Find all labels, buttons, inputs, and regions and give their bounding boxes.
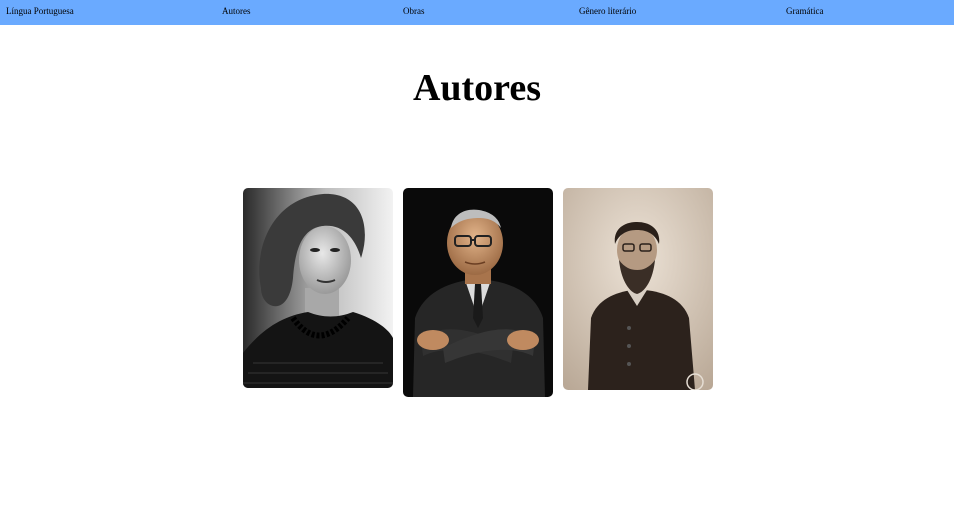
author-card-1[interactable] bbox=[243, 188, 393, 388]
nav-link-lingua-portuguesa[interactable]: Língua Portuguesa bbox=[6, 7, 74, 16]
nav-link-autores[interactable]: Autores bbox=[222, 7, 251, 16]
bearded-man-portrait-image bbox=[563, 188, 713, 390]
nav-link-genero-literario[interactable]: Gênero literário bbox=[579, 7, 636, 16]
author-card-3[interactable] bbox=[563, 188, 713, 390]
page-title: Autores bbox=[412, 67, 542, 109]
author-card-2[interactable] bbox=[403, 188, 553, 397]
nav-link-gramatica[interactable]: Gramática bbox=[786, 7, 823, 16]
woman-portrait-image bbox=[243, 188, 393, 388]
man-glasses-portrait-image bbox=[403, 188, 553, 397]
top-navbar: Língua Portuguesa Autores Obras Gênero l… bbox=[0, 0, 954, 25]
nav-link-obras[interactable]: Obras bbox=[403, 7, 425, 16]
